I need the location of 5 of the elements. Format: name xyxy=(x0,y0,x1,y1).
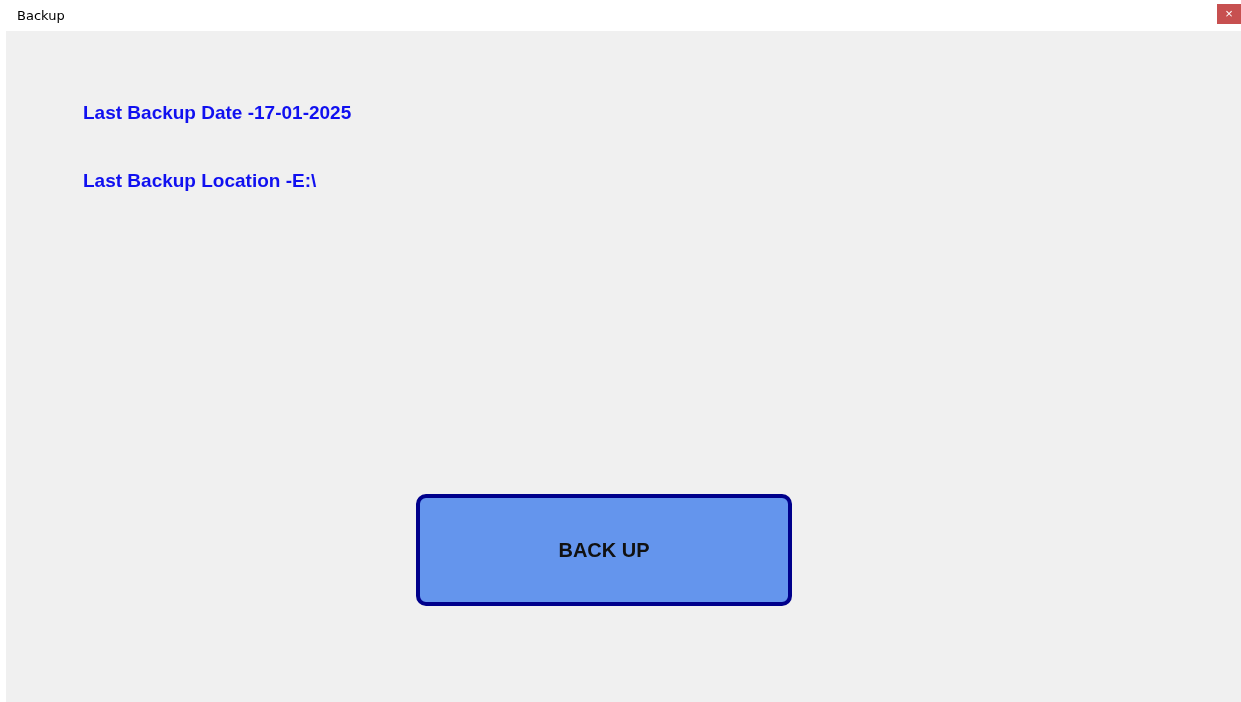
info-label: Last Backup Date -17-01-2025 xyxy=(83,102,352,123)
backup-button[interactable]: BACK UP xyxy=(416,494,792,606)
info-label: Last Backup Location -E:\ xyxy=(83,170,317,191)
window-title: Backup xyxy=(17,7,65,23)
close-button[interactable]: × xyxy=(1217,3,1241,24)
